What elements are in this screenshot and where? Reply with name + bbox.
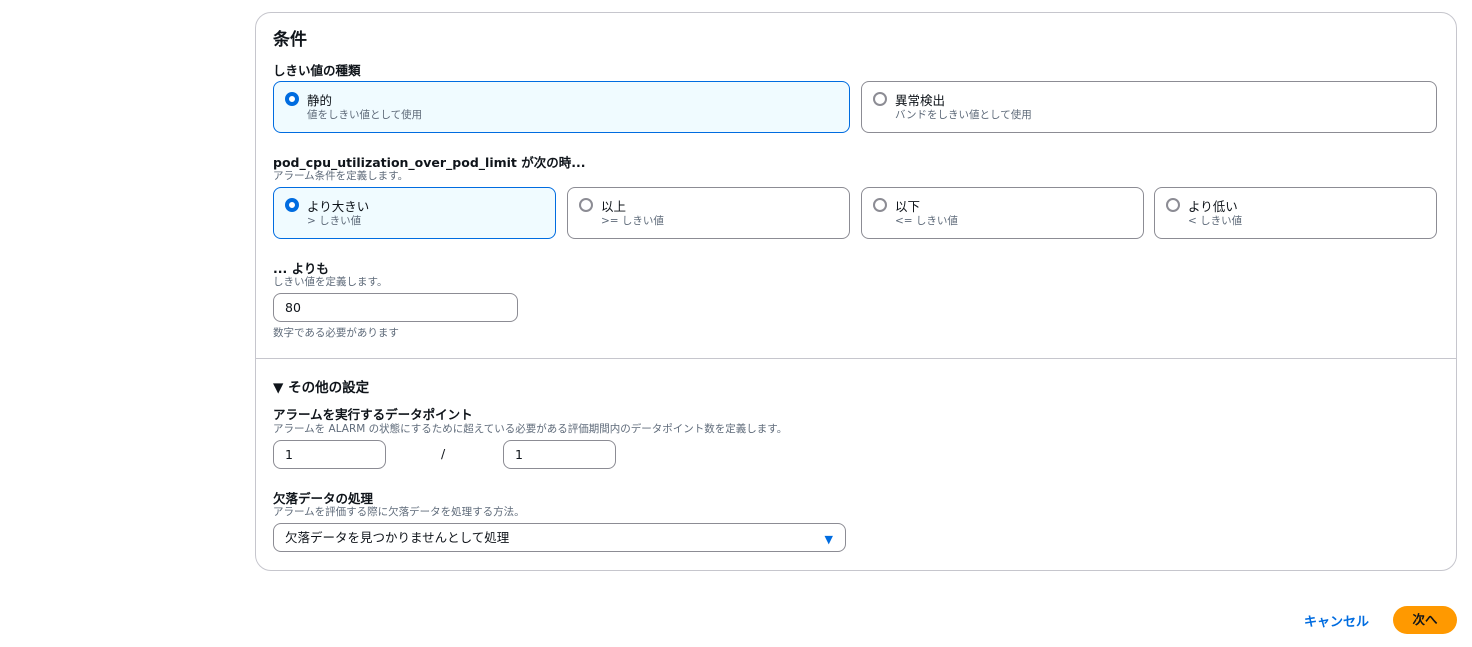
datapoints-input-2[interactable]: 1 (503, 440, 616, 469)
tile-sub: >= しきい値 (601, 215, 664, 227)
radio-anomaly[interactable] (873, 92, 887, 106)
threshold-type-anomaly-tile[interactable]: 異常検出 バンドをしきい値として使用 (861, 81, 1437, 133)
datapoints-desc: アラームを ALARM の状態にするために超えている必要がある評価期間内のデータ… (273, 423, 788, 435)
threshold-input[interactable]: 80 (273, 293, 518, 322)
datapoints-input-1[interactable]: 1 (273, 440, 386, 469)
operator-desc: アラーム条件を定義します。 (273, 170, 409, 182)
next-button[interactable]: 次へ (1393, 606, 1457, 634)
section-title: 条件 (273, 30, 307, 50)
missing-data-desc: アラームを評価する際に欠落データを処理する方法。 (273, 506, 525, 518)
tile-sub: < しきい値 (1188, 215, 1243, 227)
tile-sub: > しきい値 (307, 215, 362, 227)
cancel-button[interactable]: キャンセル (1304, 611, 1369, 630)
tile-sub: <= しきい値 (895, 215, 958, 227)
radio-less-equal[interactable] (873, 198, 887, 212)
threshold-hint: 数字である必要があります (273, 327, 399, 339)
tile-sub: 値をしきい値として使用 (307, 109, 423, 121)
additional-settings-toggle[interactable]: ▼ その他の設定 (273, 376, 369, 396)
section-divider (255, 358, 1457, 359)
radio-static[interactable] (285, 92, 299, 106)
operator-greater-tile[interactable]: より大きい > しきい値 (273, 187, 556, 239)
radio-greater-equal[interactable] (579, 198, 593, 212)
radio-greater[interactable] (285, 198, 299, 212)
operator-less-equal-tile[interactable]: 以下 <= しきい値 (861, 187, 1144, 239)
datapoints-separator: / (441, 446, 446, 461)
operator-greater-equal-tile[interactable]: 以上 >= しきい値 (567, 187, 850, 239)
caret-down-icon: ▼ (824, 533, 833, 546)
missing-data-select[interactable]: 欠落データを見つかりませんとして処理 ▼ (273, 523, 846, 552)
tile-sub: バンドをしきい値として使用 (895, 109, 1032, 121)
threshold-type-label: しきい値の種類 (273, 63, 361, 78)
threshold-desc: しきい値を定義します。 (273, 276, 388, 288)
radio-less[interactable] (1166, 198, 1180, 212)
missing-data-select-value: 欠落データを見つかりませんとして処理 (285, 530, 510, 545)
threshold-type-static-tile[interactable]: 静的 値をしきい値として使用 (273, 81, 850, 133)
operator-less-tile[interactable]: より低い < しきい値 (1154, 187, 1437, 239)
